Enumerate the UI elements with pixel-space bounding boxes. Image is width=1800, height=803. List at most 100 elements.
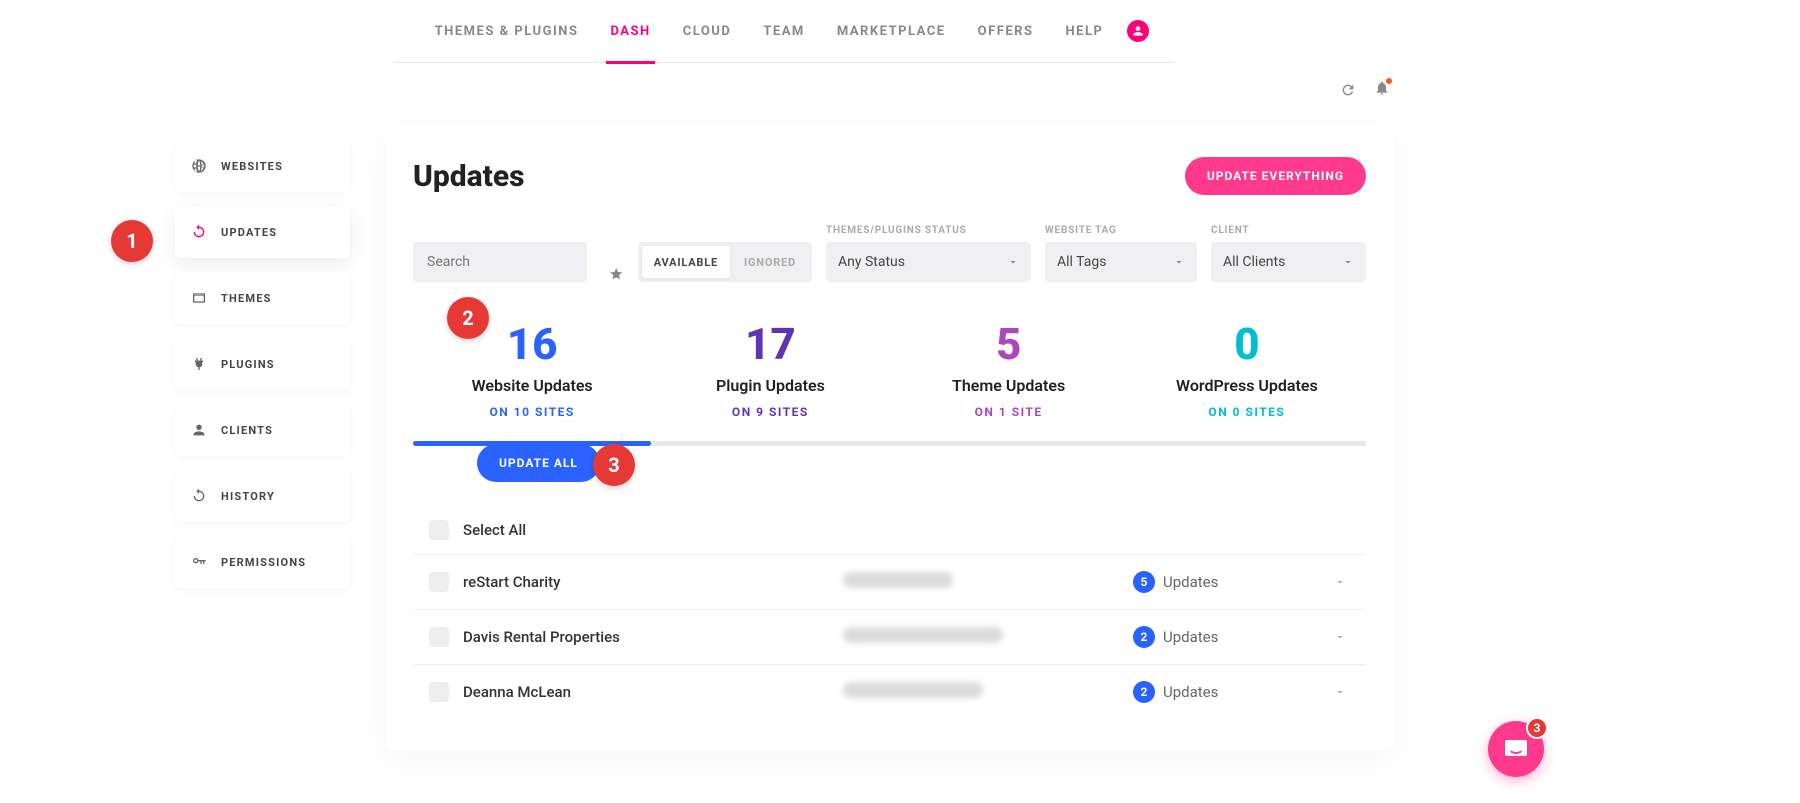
count-badge: 2 bbox=[1133, 626, 1155, 648]
user-avatar-button[interactable] bbox=[1127, 20, 1149, 42]
stat-label: Website Updates bbox=[413, 376, 651, 395]
sidebar-item-plugins[interactable]: PLUGINS bbox=[175, 338, 350, 390]
nav-team[interactable]: TEAM bbox=[747, 0, 820, 63]
plug-icon bbox=[191, 356, 207, 372]
filter-label: CLIENT bbox=[1211, 225, 1366, 236]
top-nav: THEMES & PLUGINS DASH CLOUD TEAM MARKETP… bbox=[394, 0, 1174, 63]
count-badge: 5 bbox=[1133, 571, 1155, 593]
tag-select[interactable]: All Tags bbox=[1045, 242, 1197, 282]
site-row[interactable]: Davis Rental Properties 2 Updates bbox=[413, 609, 1366, 664]
available-ignored-toggle: AVAILABLE IGNORED bbox=[638, 242, 812, 282]
sidebar-item-history[interactable]: HISTORY bbox=[175, 470, 350, 522]
notifications-button[interactable] bbox=[1374, 80, 1390, 100]
sidebar-item-clients[interactable]: CLIENTS bbox=[175, 404, 350, 456]
chat-badge: 3 bbox=[1526, 717, 1548, 739]
stat-sublabel: ON 10 SITES bbox=[413, 405, 651, 419]
chat-bubble-button[interactable]: 3 bbox=[1488, 721, 1544, 777]
stat-sublabel: ON 9 SITES bbox=[651, 405, 889, 419]
nav-offers[interactable]: OFFERS bbox=[962, 0, 1050, 63]
sidebar: WEBSITES UPDATES THEMES PLUGINS CLIENTS … bbox=[175, 140, 350, 588]
notification-dot bbox=[1386, 78, 1392, 84]
globe-icon bbox=[191, 158, 207, 174]
update-all-row: UPDATE ALL bbox=[413, 444, 1366, 482]
key-icon bbox=[191, 554, 207, 570]
sidebar-label: THEMES bbox=[221, 292, 272, 305]
toggle-available[interactable]: AVAILABLE bbox=[642, 246, 730, 278]
nav-themes-plugins[interactable]: THEMES & PLUGINS bbox=[419, 0, 595, 63]
chevron-down-icon bbox=[1334, 576, 1346, 588]
stat-plugin-updates[interactable]: 17 Plugin Updates ON 9 SITES bbox=[651, 310, 889, 441]
main-panel: Updates UPDATE EVERYTHING AVAILABLE IGNO… bbox=[385, 125, 1394, 751]
update-all-button[interactable]: UPDATE ALL bbox=[477, 444, 600, 482]
stat-label: Plugin Updates bbox=[651, 376, 889, 395]
stats-row: 16 Website Updates ON 10 SITES 17 Plugin… bbox=[413, 310, 1366, 441]
user-icon bbox=[1131, 24, 1145, 38]
filter-tag: WEBSITE TAG All Tags bbox=[1045, 225, 1197, 282]
chevron-down-icon bbox=[1007, 256, 1019, 268]
site-name: reStart Charity bbox=[463, 573, 843, 591]
update-everything-button[interactable]: UPDATE EVERYTHING bbox=[1185, 157, 1366, 195]
client-select[interactable]: All Clients bbox=[1211, 242, 1366, 282]
list-header: Select All bbox=[413, 506, 1366, 554]
stat-number: 5 bbox=[890, 322, 1128, 366]
annotation-1: 1 bbox=[111, 220, 153, 262]
select-all-checkbox[interactable] bbox=[429, 520, 449, 540]
chevron-down-icon bbox=[1334, 686, 1346, 698]
nav-help[interactable]: HELP bbox=[1050, 0, 1120, 63]
chevron-down-icon bbox=[1342, 256, 1354, 268]
sidebar-label: WEBSITES bbox=[221, 160, 283, 173]
filters-row: AVAILABLE IGNORED THEMES/PLUGINS STATUS … bbox=[413, 225, 1366, 282]
refresh-icon[interactable] bbox=[1340, 82, 1356, 98]
nav-cloud[interactable]: CLOUD bbox=[667, 0, 748, 63]
toggle-ignored[interactable]: IGNORED bbox=[732, 246, 808, 278]
page-title: Updates bbox=[413, 159, 525, 194]
row-checkbox[interactable] bbox=[429, 682, 449, 702]
count-badge: 2 bbox=[1133, 681, 1155, 703]
expand-row[interactable] bbox=[1330, 573, 1350, 592]
stat-number: 16 bbox=[413, 322, 651, 366]
filter-status: THEMES/PLUGINS STATUS Any Status bbox=[826, 225, 1031, 282]
select-all-label: Select All bbox=[463, 521, 526, 539]
stat-number: 0 bbox=[1128, 322, 1366, 366]
sidebar-item-permissions[interactable]: PERMISSIONS bbox=[175, 536, 350, 588]
star-icon[interactable] bbox=[609, 266, 623, 282]
chat-icon bbox=[1502, 735, 1530, 763]
nav-dash[interactable]: DASH bbox=[594, 0, 666, 63]
search-input[interactable] bbox=[427, 254, 573, 270]
site-row[interactable]: Deanna McLean 2 Updates bbox=[413, 664, 1366, 719]
sidebar-item-themes[interactable]: THEMES bbox=[175, 272, 350, 324]
user-icon bbox=[191, 422, 207, 438]
sidebar-label: PLUGINS bbox=[221, 358, 275, 371]
updates-count: 2 Updates bbox=[1133, 681, 1330, 703]
row-checkbox[interactable] bbox=[429, 627, 449, 647]
updates-text: Updates bbox=[1163, 573, 1218, 591]
window-icon bbox=[191, 290, 207, 306]
updates-text: Updates bbox=[1163, 683, 1218, 701]
stat-theme-updates[interactable]: 5 Theme Updates ON 1 SITE bbox=[890, 310, 1128, 441]
annotation-3: 3 bbox=[593, 444, 635, 486]
sidebar-label: PERMISSIONS bbox=[221, 556, 306, 569]
nav-marketplace[interactable]: MARKETPLACE bbox=[821, 0, 962, 63]
row-checkbox[interactable] bbox=[429, 572, 449, 592]
stat-wordpress-updates[interactable]: 0 WordPress Updates ON 0 SITES bbox=[1128, 310, 1366, 441]
stat-number: 17 bbox=[651, 322, 889, 366]
expand-row[interactable] bbox=[1330, 628, 1350, 647]
chevron-down-icon bbox=[1334, 631, 1346, 643]
history-icon bbox=[191, 488, 207, 504]
site-url bbox=[843, 682, 1133, 702]
chevron-down-icon bbox=[1173, 256, 1185, 268]
sidebar-item-updates[interactable]: UPDATES bbox=[175, 206, 350, 258]
site-url bbox=[843, 627, 1133, 647]
annotation-2: 2 bbox=[447, 297, 489, 339]
refresh-icon bbox=[191, 224, 207, 240]
stat-sublabel: ON 1 SITE bbox=[890, 405, 1128, 419]
expand-row[interactable] bbox=[1330, 683, 1350, 702]
site-url bbox=[843, 572, 1133, 592]
site-row[interactable]: reStart Charity 5 Updates bbox=[413, 554, 1366, 609]
sidebar-label: CLIENTS bbox=[221, 424, 273, 437]
sidebar-item-websites[interactable]: WEBSITES bbox=[175, 140, 350, 192]
status-select[interactable]: Any Status bbox=[826, 242, 1031, 282]
filter-label: WEBSITE TAG bbox=[1045, 225, 1197, 236]
stat-website-updates[interactable]: 16 Website Updates ON 10 SITES bbox=[413, 310, 651, 441]
updates-count: 5 Updates bbox=[1133, 571, 1330, 593]
